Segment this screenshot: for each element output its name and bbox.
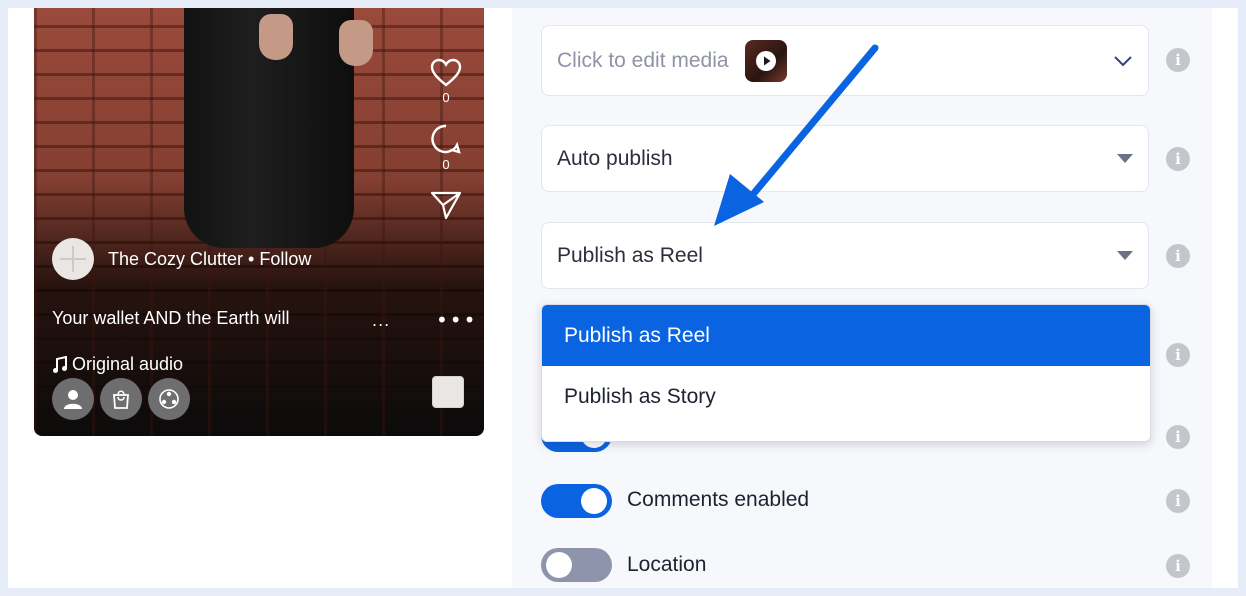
play-icon	[755, 50, 776, 71]
publish-mode-select[interactable]: Auto publish	[541, 125, 1149, 192]
info-icon[interactable]: i	[1166, 147, 1190, 171]
caret-down-icon[interactable]	[1117, 153, 1133, 164]
publish-type-dropdown: Publish as Reel Publish as Story	[541, 304, 1151, 442]
caret-down-icon[interactable]	[1117, 250, 1133, 261]
audio-label: Original audio	[72, 354, 184, 374]
media-thumbnail[interactable]	[744, 39, 787, 82]
publish-type-value: Publish as Reel	[557, 243, 703, 267]
heart-icon[interactable]	[430, 58, 462, 88]
caption-more[interactable]: ...	[372, 311, 390, 330]
info-icon[interactable]: i	[1166, 489, 1190, 513]
music-note-icon	[53, 355, 67, 373]
toggle-label-comments: Comments enabled	[627, 488, 810, 511]
avatar	[52, 238, 94, 280]
send-icon[interactable]	[430, 190, 462, 220]
hand-image	[339, 20, 373, 66]
comment-icon[interactable]	[430, 123, 462, 155]
collab-icon[interactable]	[148, 378, 190, 420]
reel-actions: 0 0	[426, 58, 466, 220]
hand-image	[259, 14, 293, 60]
more-options-icon[interactable]: •••	[436, 308, 477, 332]
toggle-comments[interactable]	[541, 484, 612, 518]
reel-author: The Cozy Clutter • Follow	[52, 238, 311, 280]
option-publish-reel[interactable]: Publish as Reel	[542, 305, 1150, 366]
chevron-down-icon[interactable]	[1113, 55, 1133, 67]
toggle-location[interactable]	[541, 548, 612, 582]
settings-panel: Click to edit media i Auto publish i Pub…	[512, 8, 1212, 588]
reel-caption: Your wallet AND the Earth will	[52, 308, 290, 328]
author-name[interactable]: The Cozy Clutter • Follow	[108, 249, 311, 270]
like-count: 0	[442, 90, 450, 105]
media-placeholder: Click to edit media	[557, 48, 729, 72]
publish-type-select[interactable]: Publish as Reel	[541, 222, 1149, 289]
info-icon[interactable]: i	[1166, 48, 1190, 72]
comment-count: 0	[442, 157, 450, 172]
info-icon[interactable]: i	[1166, 554, 1190, 578]
info-icon[interactable]: i	[1166, 244, 1190, 268]
audio-thumbnail	[432, 376, 464, 408]
user-tag-icon[interactable]	[52, 378, 94, 420]
media-field[interactable]: Click to edit media	[541, 25, 1149, 96]
info-icon[interactable]: i	[1166, 425, 1190, 449]
toggle-label-location: Location	[627, 553, 707, 576]
audio-line: Original audio	[52, 354, 183, 375]
tag-chips	[52, 378, 190, 420]
app-frame: 0 0 The Cozy Clutter • Follow Your walle…	[8, 8, 1238, 588]
option-publish-story[interactable]: Publish as Story	[542, 366, 1150, 427]
info-icon[interactable]: i	[1166, 343, 1190, 367]
reel-preview: 0 0 The Cozy Clutter • Follow Your walle…	[34, 8, 484, 436]
publish-mode-value: Auto publish	[557, 146, 673, 170]
shopping-bag-icon[interactable]	[100, 378, 142, 420]
